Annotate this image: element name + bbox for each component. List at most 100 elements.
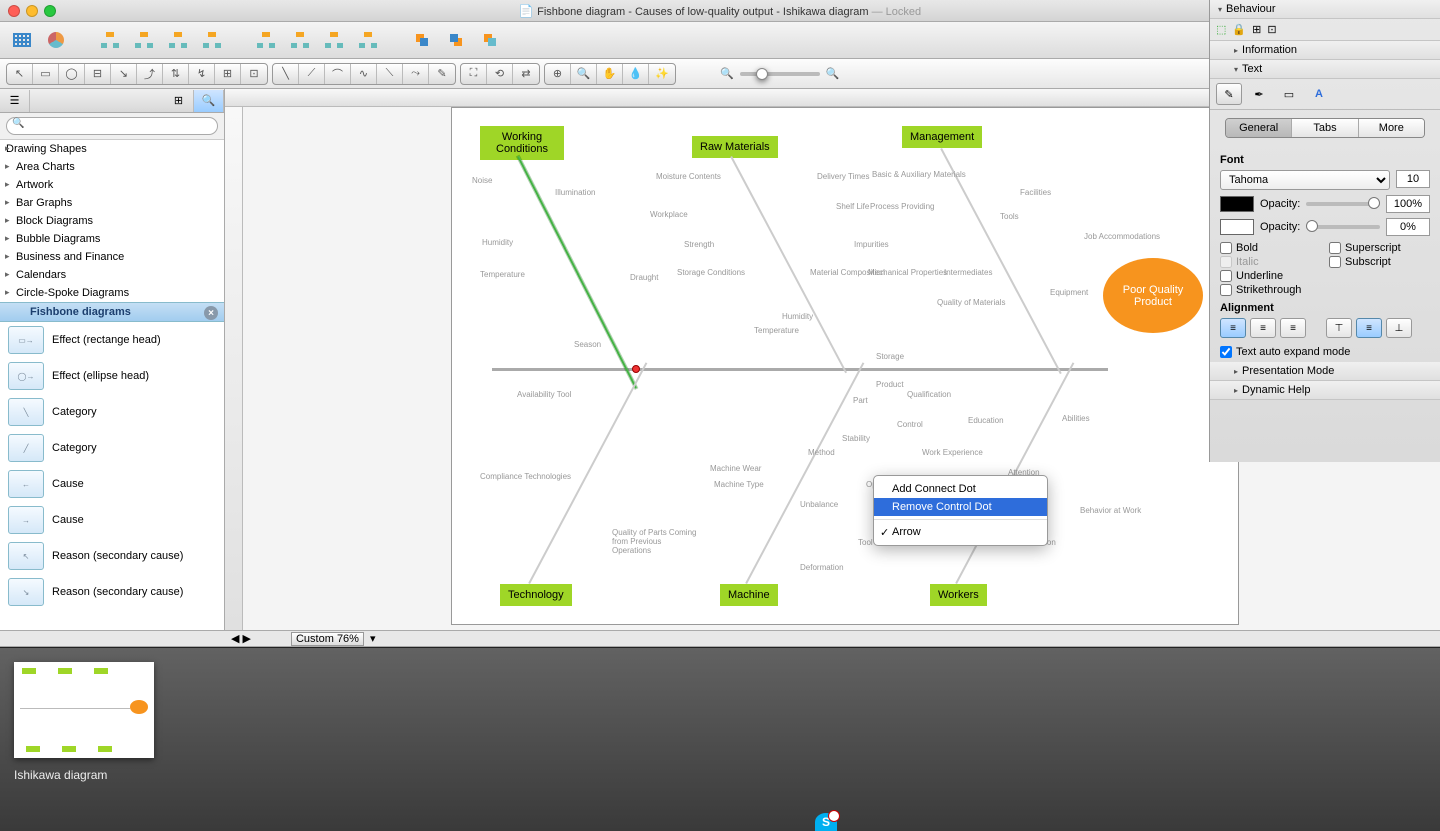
fill-color-swatch[interactable] <box>1220 196 1254 212</box>
cause-label[interactable]: Storage Conditions <box>677 268 745 277</box>
seg-more[interactable]: More <box>1359 119 1424 137</box>
table-tool-button[interactable] <box>10 28 34 52</box>
connector-tool-2[interactable]: ⤴ <box>137 64 163 84</box>
cause-label[interactable]: Part <box>853 396 868 405</box>
text-font-tab[interactable]: A <box>1306 83 1332 105</box>
crop-tool[interactable]: ⛶ <box>461 64 487 84</box>
shape-item[interactable]: ↖Reason (secondary cause) <box>0 538 224 574</box>
inspector-section-behaviour[interactable]: ▾Behaviour <box>1210 0 1440 19</box>
cause-label[interactable]: Deformation <box>800 563 844 572</box>
behaviour-snap-icon[interactable]: ⊞ <box>1252 23 1261 36</box>
control-dot[interactable] <box>632 365 640 373</box>
cause-label[interactable]: Facilities <box>1020 188 1051 197</box>
auto-expand-checkbox[interactable]: Text auto expand mode <box>1220 346 1430 358</box>
connector-tool-1[interactable]: ↘ <box>111 64 137 84</box>
tree-tool-button-4[interactable] <box>200 28 224 52</box>
library-category[interactable]: Area Charts <box>0 158 224 176</box>
tree-tool-button-3[interactable] <box>166 28 190 52</box>
cause-label[interactable]: Behavior at Work <box>1080 506 1141 515</box>
library-view-grid-button[interactable]: ⊞ <box>164 90 194 112</box>
behaviour-snap-icon[interactable]: ⊡ <box>1267 23 1276 36</box>
fill-opacity-input[interactable] <box>1386 195 1430 213</box>
cause-label[interactable]: Season <box>574 340 601 349</box>
library-category[interactable]: Circle-Spoke Diagrams <box>0 284 224 302</box>
chart-tool-button[interactable] <box>44 28 68 52</box>
cause-label[interactable]: Workplace <box>650 210 688 219</box>
cause-label[interactable]: Humidity <box>482 238 513 247</box>
inspector-section-text[interactable]: ▾Text <box>1210 60 1440 79</box>
cause-label[interactable]: Humidity <box>782 312 813 321</box>
library-category[interactable]: Block Diagrams <box>0 212 224 230</box>
cause-label[interactable]: Control <box>897 420 923 429</box>
stroke-opacity-slider[interactable] <box>1306 225 1380 229</box>
arrange-button[interactable] <box>322 28 346 52</box>
inspector-section-presentation[interactable]: ▸Presentation Mode <box>1210 362 1440 381</box>
zoom-in-icon[interactable]: 🔍 <box>826 67 840 80</box>
ellipse-tool[interactable]: ◯ <box>59 64 85 84</box>
shape-item[interactable]: ←Cause <box>0 466 224 502</box>
zoom-fit-tool[interactable]: ⊕ <box>545 64 571 84</box>
rotate-tool[interactable]: ⟲ <box>487 64 513 84</box>
zoom-tool[interactable]: 🔍 <box>571 64 597 84</box>
cause-label[interactable]: Draught <box>630 273 658 282</box>
fill-opacity-slider[interactable] <box>1306 202 1380 206</box>
library-category[interactable]: Business and Finance <box>0 248 224 266</box>
zoom-slider[interactable] <box>740 72 820 76</box>
zoom-out-icon[interactable]: 🔍 <box>720 67 734 80</box>
superscript-checkbox[interactable]: Superscript <box>1329 242 1430 254</box>
arc-tool[interactable]: ⌒ <box>325 64 351 84</box>
library-category[interactable]: Bubble Diagrams <box>0 230 224 248</box>
context-menu-item[interactable]: Add Connect Dot <box>874 480 1047 498</box>
shape-item[interactable]: →Cause <box>0 502 224 538</box>
group-front-button[interactable] <box>410 28 434 52</box>
cause-label[interactable]: Storage <box>876 352 904 361</box>
cause-label[interactable]: Machine Type <box>714 480 764 489</box>
cause-label[interactable]: Temperature <box>480 270 525 279</box>
library-category[interactable]: Artwork <box>0 176 224 194</box>
cause-label[interactable]: Basic & Auxiliary Materials <box>872 170 966 179</box>
cause-label[interactable]: Education <box>968 416 1004 425</box>
curve-tool[interactable]: ⟋ <box>299 64 325 84</box>
shape-item[interactable]: ╱Category <box>0 430 224 466</box>
cause-label[interactable]: Job Accommodations <box>1084 232 1160 241</box>
cause-label[interactable]: Availability Tool <box>517 390 571 399</box>
fishbone-bone[interactable] <box>745 362 864 584</box>
cause-label[interactable]: Impurities <box>854 240 889 249</box>
align-left-button[interactable]: ≡ <box>1220 318 1246 338</box>
behaviour-lock-icon[interactable]: 🔒 <box>1232 23 1246 36</box>
flip-tool[interactable]: ⇄ <box>513 64 539 84</box>
skype-dock-icon[interactable]: S <box>815 813 837 831</box>
connector-tool-4[interactable]: ↯ <box>189 64 215 84</box>
align-button[interactable] <box>288 28 312 52</box>
cause-label[interactable]: Illumination <box>555 188 595 197</box>
cause-label[interactable]: Work Experience <box>922 448 983 457</box>
fishbone-spine[interactable] <box>492 368 1108 371</box>
inspector-section-help[interactable]: ▸Dynamic Help <box>1210 381 1440 400</box>
close-category-icon[interactable]: × <box>204 306 218 320</box>
cause-label[interactable]: Machine Wear <box>710 464 761 473</box>
seg-general[interactable]: General <box>1226 119 1292 137</box>
cause-label[interactable]: Delivery Times <box>817 172 869 181</box>
spline-tool[interactable]: ∿ <box>351 64 377 84</box>
cause-label[interactable]: Tools <box>1000 212 1019 221</box>
shape-item[interactable]: ╲Category <box>0 394 224 430</box>
cause-label[interactable]: Stability <box>842 434 870 443</box>
font-family-select[interactable]: Tahoma <box>1220 170 1390 190</box>
pointer-tool[interactable]: ↖ <box>7 64 33 84</box>
text-box-tab[interactable]: ▭ <box>1276 83 1302 105</box>
library-view-list-button[interactable]: ☰ <box>0 90 30 112</box>
category-box[interactable]: Machine <box>720 584 778 606</box>
category-box[interactable]: Raw Materials <box>692 136 778 158</box>
cause-label[interactable]: Unbalance <box>800 500 838 509</box>
underline-checkbox[interactable]: Underline <box>1220 270 1321 282</box>
group-back-button[interactable] <box>444 28 468 52</box>
text-style-tab[interactable]: ✎ <box>1216 83 1242 105</box>
polyline-tool[interactable]: ⟍ <box>377 64 403 84</box>
connector-tool-3[interactable]: ⇅ <box>163 64 189 84</box>
context-menu-item-checked[interactable]: Arrow <box>874 523 1047 541</box>
tree-tool-button[interactable] <box>98 28 122 52</box>
strikethrough-checkbox[interactable]: Strikethrough <box>1220 284 1321 296</box>
cause-label[interactable]: Equipment <box>1050 288 1088 297</box>
cause-label[interactable]: Shelf Life <box>836 202 869 211</box>
font-size-input[interactable] <box>1396 170 1430 188</box>
